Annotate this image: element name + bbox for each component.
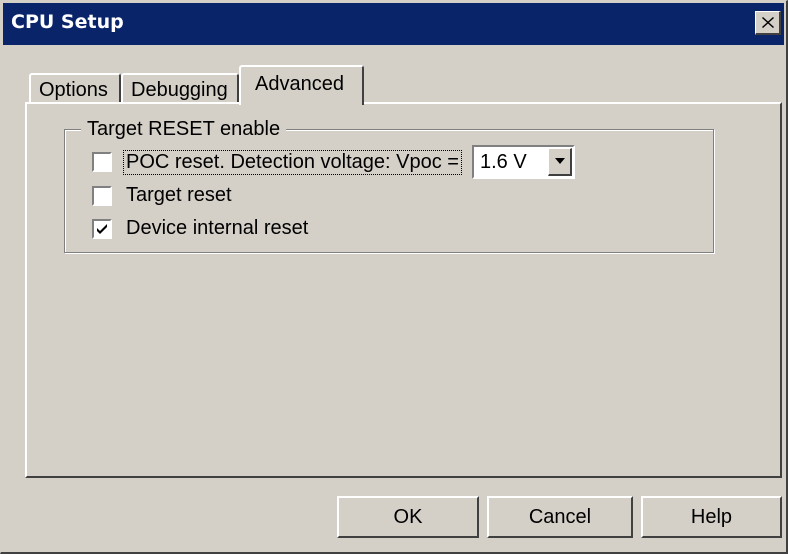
vpoc-selected-value: 1.6 V	[480, 151, 527, 173]
device-internal-reset-label[interactable]: Device internal reset	[126, 217, 308, 240]
poc-reset-label[interactable]: POC reset. Detection voltage: Vpoc =	[123, 150, 462, 175]
target-reset-checkbox[interactable]	[92, 186, 112, 206]
title-bar[interactable]: CPU Setup	[3, 3, 784, 45]
ok-button[interactable]: OK	[337, 496, 479, 538]
group-legend: Target RESET enable	[81, 118, 287, 141]
tab-debugging[interactable]: Debugging	[121, 73, 239, 103]
close-icon	[762, 17, 774, 28]
target-reset-label[interactable]: Target reset	[126, 184, 232, 207]
window-title: CPU Setup	[11, 11, 124, 33]
device-internal-reset-checkbox[interactable]	[92, 219, 112, 239]
tab-advanced[interactable]: Advanced	[239, 65, 364, 105]
vpoc-voltage-select[interactable]: 1.6 V	[472, 145, 575, 179]
tab-label: Options	[39, 79, 108, 101]
checkmark-icon	[97, 224, 107, 234]
help-button[interactable]: Help	[641, 496, 782, 538]
tab-options[interactable]: Options	[29, 73, 121, 103]
cancel-button[interactable]: Cancel	[487, 496, 633, 538]
cpu-setup-dialog: CPU Setup Options Debugging Advanced Tar…	[0, 0, 788, 554]
tab-label: Debugging	[131, 79, 228, 101]
dropdown-button[interactable]	[548, 148, 572, 176]
close-button[interactable]	[755, 11, 781, 35]
chevron-down-icon	[555, 158, 565, 164]
tab-label: Advanced	[255, 73, 344, 95]
poc-reset-checkbox[interactable]	[92, 152, 112, 172]
